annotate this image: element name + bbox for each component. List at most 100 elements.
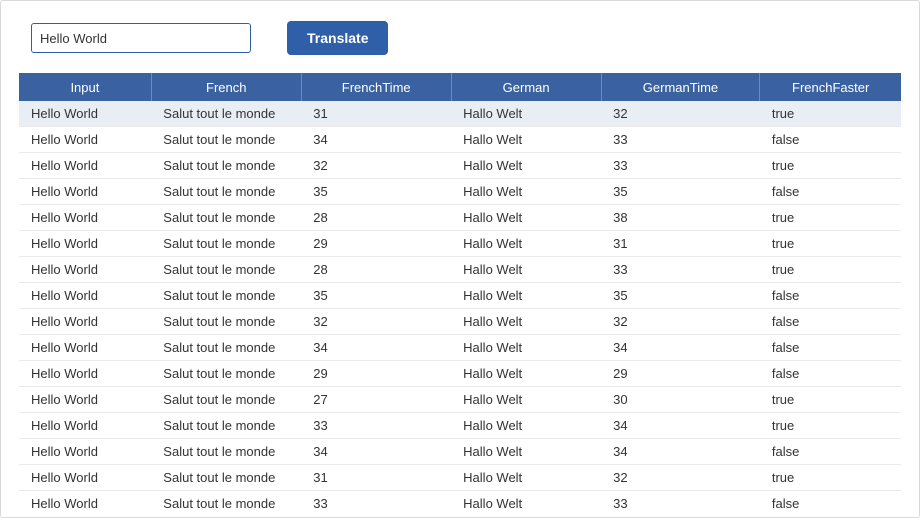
header-input[interactable]: Input [19,73,151,101]
cell-german-time: 33 [601,491,760,517]
table-row[interactable]: Hello WorldSalut tout le monde28Hallo We… [19,205,901,231]
cell-german-time: 33 [601,257,760,283]
cell-german-time: 33 [601,153,760,179]
header-french-faster[interactable]: FrenchFaster [760,73,901,101]
cell-german-time: 33 [601,127,760,153]
cell-german: Hallo Welt [451,205,601,231]
cell-french: Salut tout le monde [151,413,301,439]
cell-french-time: 31 [301,101,451,127]
cell-input: Hello World [19,101,151,127]
header-french[interactable]: French [151,73,301,101]
cell-french-faster: false [760,439,901,465]
table-row[interactable]: Hello WorldSalut tout le monde31Hallo We… [19,101,901,127]
cell-french-faster: false [760,335,901,361]
cell-french: Salut tout le monde [151,101,301,127]
cell-french: Salut tout le monde [151,491,301,517]
cell-french-time: 35 [301,283,451,309]
table-row[interactable]: Hello WorldSalut tout le monde33Hallo We… [19,491,901,517]
cell-french-time: 29 [301,231,451,257]
cell-french: Salut tout le monde [151,127,301,153]
translate-button[interactable]: Translate [287,21,388,55]
cell-german: Hallo Welt [451,179,601,205]
table-row[interactable]: Hello WorldSalut tout le monde35Hallo We… [19,179,901,205]
cell-input: Hello World [19,335,151,361]
table-row[interactable]: Hello WorldSalut tout le monde29Hallo We… [19,361,901,387]
table-row[interactable]: Hello WorldSalut tout le monde29Hallo We… [19,231,901,257]
cell-german: Hallo Welt [451,439,601,465]
header-german-time[interactable]: GermanTime [601,73,760,101]
results-table: Input French FrenchTime German GermanTim… [19,73,901,516]
cell-german: Hallo Welt [451,309,601,335]
cell-german: Hallo Welt [451,335,601,361]
cell-input: Hello World [19,465,151,491]
cell-german: Hallo Welt [451,257,601,283]
table-row[interactable]: Hello WorldSalut tout le monde34Hallo We… [19,439,901,465]
cell-french: Salut tout le monde [151,153,301,179]
cell-german: Hallo Welt [451,387,601,413]
cell-german: Hallo Welt [451,101,601,127]
table-row[interactable]: Hello WorldSalut tout le monde34Hallo We… [19,127,901,153]
table-row[interactable]: Hello WorldSalut tout le monde31Hallo We… [19,465,901,491]
cell-german-time: 29 [601,361,760,387]
cell-french-time: 31 [301,465,451,491]
table-row[interactable]: Hello WorldSalut tout le monde28Hallo We… [19,257,901,283]
cell-french: Salut tout le monde [151,439,301,465]
cell-french-time: 33 [301,491,451,517]
cell-french: Salut tout le monde [151,361,301,387]
cell-french-faster: true [760,231,901,257]
cell-input: Hello World [19,231,151,257]
cell-french-faster: false [760,361,901,387]
cell-french: Salut tout le monde [151,309,301,335]
cell-german-time: 34 [601,439,760,465]
cell-german-time: 31 [601,231,760,257]
cell-french-faster: true [760,465,901,491]
table-header-row: Input French FrenchTime German GermanTim… [19,73,901,101]
cell-german-time: 32 [601,101,760,127]
cell-french: Salut tout le monde [151,387,301,413]
cell-input: Hello World [19,179,151,205]
cell-french-faster: true [760,153,901,179]
cell-french: Salut tout le monde [151,205,301,231]
cell-input: Hello World [19,413,151,439]
table-row[interactable]: Hello WorldSalut tout le monde32Hallo We… [19,309,901,335]
cell-french-faster: false [760,491,901,517]
cell-input: Hello World [19,361,151,387]
input-text-field[interactable] [31,23,251,53]
cell-german-time: 35 [601,283,760,309]
cell-german-time: 38 [601,205,760,231]
cell-french: Salut tout le monde [151,179,301,205]
cell-french: Salut tout le monde [151,257,301,283]
cell-french-faster: false [760,283,901,309]
cell-german-time: 35 [601,179,760,205]
table-row[interactable]: Hello WorldSalut tout le monde27Hallo We… [19,387,901,413]
cell-german-time: 34 [601,335,760,361]
header-german[interactable]: German [451,73,601,101]
cell-french-time: 32 [301,309,451,335]
table-row[interactable]: Hello WorldSalut tout le monde35Hallo We… [19,283,901,309]
table-row[interactable]: Hello WorldSalut tout le monde32Hallo We… [19,153,901,179]
cell-input: Hello World [19,257,151,283]
cell-french-time: 32 [301,153,451,179]
cell-french-time: 35 [301,179,451,205]
cell-french-faster: false [760,309,901,335]
cell-german: Hallo Welt [451,231,601,257]
header-french-time[interactable]: FrenchTime [301,73,451,101]
cell-french-time: 28 [301,205,451,231]
cell-french-time: 29 [301,361,451,387]
cell-french-faster: true [760,257,901,283]
cell-french-time: 34 [301,439,451,465]
cell-french: Salut tout le monde [151,231,301,257]
controls-bar: Translate [31,21,901,55]
cell-german-time: 30 [601,387,760,413]
cell-french-time: 28 [301,257,451,283]
cell-french-faster: true [760,387,901,413]
table-row[interactable]: Hello WorldSalut tout le monde33Hallo We… [19,413,901,439]
cell-french-time: 27 [301,387,451,413]
cell-input: Hello World [19,387,151,413]
cell-french-time: 34 [301,127,451,153]
cell-german-time: 32 [601,465,760,491]
cell-german: Hallo Welt [451,153,601,179]
cell-german: Hallo Welt [451,361,601,387]
table-row[interactable]: Hello WorldSalut tout le monde34Hallo We… [19,335,901,361]
app-frame: Translate Input French FrenchTime German… [0,0,920,518]
